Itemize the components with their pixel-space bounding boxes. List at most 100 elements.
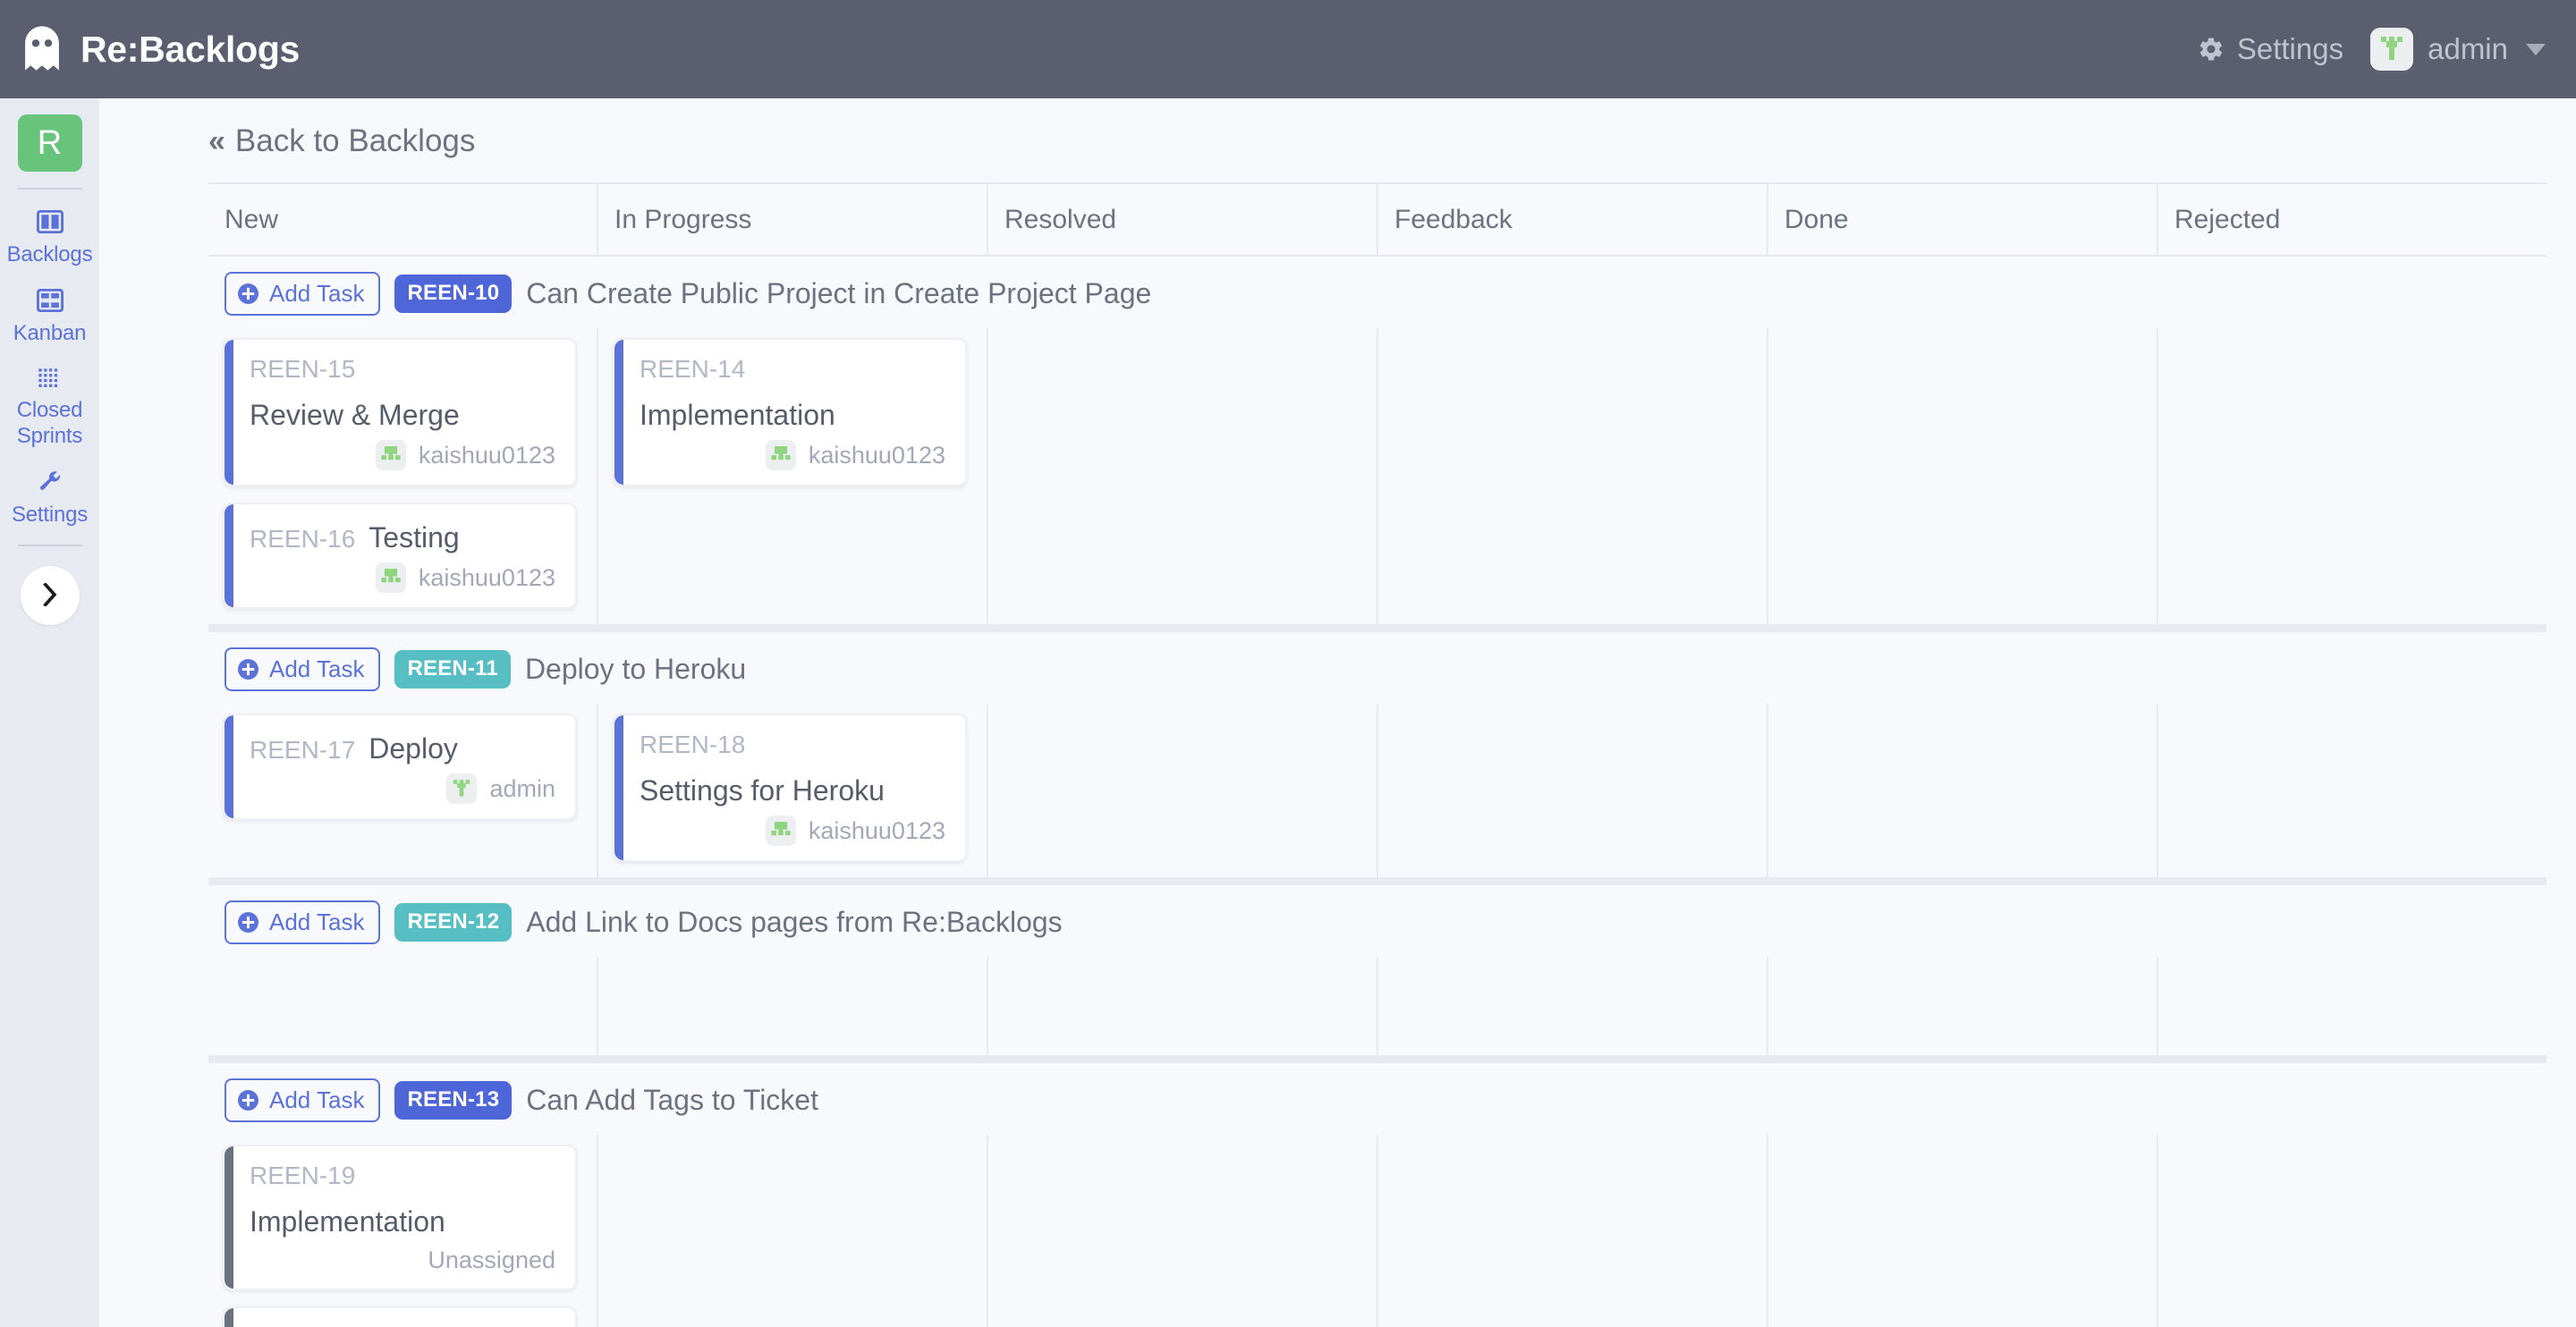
task-key: REEN-18 xyxy=(640,731,745,759)
task-name: Implementation xyxy=(250,1204,445,1239)
board-cell-done[interactable] xyxy=(1767,957,2157,1055)
board-cell-in-progress[interactable] xyxy=(597,957,987,1055)
column-header-in-progress: In Progress xyxy=(597,184,987,255)
brand-logo[interactable]: Re:Backlogs xyxy=(21,25,300,73)
board-cell-resolved[interactable] xyxy=(987,1135,1377,1327)
sidebar-item-kanban[interactable]: Kanban xyxy=(0,277,99,356)
task-card-footer: kaishuu0123 xyxy=(640,440,945,470)
sidebar-item-closed-sprints[interactable]: Closed Sprints xyxy=(0,356,99,459)
assignee-name: kaishuu0123 xyxy=(419,564,555,592)
task-card-footer: kaishuu0123 xyxy=(250,440,555,470)
sidebar-divider-bottom xyxy=(18,545,82,546)
board-cell-rejected[interactable] xyxy=(2157,957,2546,1055)
assignee-name: kaishuu0123 xyxy=(419,442,555,469)
story-key-badge[interactable]: REEN-12 xyxy=(394,903,512,942)
assignee-name: kaishuu0123 xyxy=(809,442,945,469)
add-task-button[interactable]: Add Task xyxy=(225,272,380,316)
sidebar-item-closed-sprints-label-2: Sprints xyxy=(17,423,82,449)
task-key: REEN-19 xyxy=(250,1162,355,1190)
story-row: Add TaskREEN-11Deploy to HerokuREEN-17De… xyxy=(208,632,2546,885)
chevron-down-icon xyxy=(2526,44,2546,55)
column-header-feedback: Feedback xyxy=(1377,184,1767,255)
story-title[interactable]: Can Add Tags to Ticket xyxy=(526,1084,818,1117)
add-task-button[interactable]: Add Task xyxy=(225,900,380,944)
task-name: Review & Merge xyxy=(250,397,460,433)
task-name: Deploy xyxy=(369,731,458,766)
add-task-button[interactable]: Add Task xyxy=(225,647,380,691)
board-cell-feedback[interactable] xyxy=(1377,328,1767,624)
board-cell-feedback[interactable] xyxy=(1377,957,1767,1055)
task-card-head: REEN-20Review xyxy=(250,1323,555,1327)
gear-icon xyxy=(2198,36,2224,63)
task-card[interactable]: REEN-18Settings for Herokukaishuu0123 xyxy=(613,714,967,862)
story-key-badge[interactable]: REEN-11 xyxy=(394,650,510,689)
chevron-right-icon xyxy=(40,583,60,609)
sidebar-item-settings[interactable]: Settings xyxy=(0,459,99,537)
sidebar-expand-button[interactable] xyxy=(21,566,80,625)
story-header: Add Task REEN-13 Can Add Tags to Ticket xyxy=(208,1063,2546,1135)
task-card[interactable]: REEN-17Deployadmin xyxy=(223,714,577,820)
story-row: Add Task REEN-12 Add Link to Docs pages fr… xyxy=(208,885,2546,1063)
board-cell-resolved[interactable] xyxy=(987,704,1377,877)
navbar-settings-link[interactable]: Settings xyxy=(2198,32,2343,66)
board-cell-in-progress[interactable]: REEN-14Implementationkaishuu0123 xyxy=(597,328,987,624)
sidebar-item-backlogs[interactable]: Backlogs xyxy=(0,199,99,277)
board-cell-resolved[interactable] xyxy=(987,957,1377,1055)
story-header: Add Task REEN-10 Can Create Public Project… xyxy=(208,257,2546,328)
add-task-label: Add Task xyxy=(269,655,364,683)
wrench-icon xyxy=(37,470,64,502)
assignee-avatar xyxy=(446,773,477,804)
task-card-footer: Unassigned xyxy=(250,1247,555,1274)
story-title[interactable]: Deploy to Heroku xyxy=(525,653,746,686)
plus-circle-icon xyxy=(237,658,259,680)
column-header-resolved: Resolved xyxy=(987,184,1377,255)
columns-icon xyxy=(37,210,64,241)
task-card-footer: admin xyxy=(250,773,555,804)
kanban-board: NewIn ProgressResolvedFeedbackDoneReject… xyxy=(208,182,2546,1327)
board-cell-in-progress[interactable] xyxy=(597,1135,987,1327)
board-cell-done[interactable] xyxy=(1767,1135,2157,1327)
board-cell-done[interactable] xyxy=(1767,704,2157,877)
story-title[interactable]: Add Link to Docs pages from Re:Backlogs xyxy=(526,906,1062,939)
assignee-avatar xyxy=(376,562,406,593)
board-cell-in-progress[interactable]: REEN-18Settings for Herokukaishuu0123 xyxy=(597,704,987,877)
board-cell-new[interactable]: REEN-19 Implementation Unassigned REEN-20Re… xyxy=(208,1135,597,1327)
brand-title: Re:Backlogs xyxy=(80,29,300,71)
board-cell-rejected[interactable] xyxy=(2157,328,2546,624)
task-card[interactable]: REEN-20Review xyxy=(223,1306,577,1327)
story-key-badge[interactable]: REEN-10 xyxy=(394,275,512,313)
story-header: Add Task REEN-12 Add Link to Docs pages fr… xyxy=(208,885,2546,957)
story-row-columns: REEN-17DeployadminREEN-18Settings for He… xyxy=(208,704,2546,877)
board-cell-rejected[interactable] xyxy=(2157,704,2546,877)
task-card[interactable]: REEN-14Implementationkaishuu0123 xyxy=(613,338,967,486)
task-card[interactable]: REEN-15Review & Mergekaishuu0123 xyxy=(223,338,577,486)
task-card[interactable]: REEN-19 Implementation Unassigned xyxy=(223,1145,577,1290)
task-card-head: REEN-18Settings for Heroku xyxy=(640,731,945,808)
board-cell-feedback[interactable] xyxy=(1377,1135,1767,1327)
double-chevron-left-icon: « xyxy=(208,126,225,156)
board-cell-resolved[interactable] xyxy=(987,328,1377,624)
task-card-head: REEN-19 Implementation xyxy=(250,1162,555,1239)
add-task-label: Add Task xyxy=(269,909,364,936)
board-body: Add Task REEN-10 Can Create Public Project… xyxy=(208,257,2546,1327)
assignee-avatar xyxy=(766,440,796,470)
task-key: REEN-16 xyxy=(250,525,355,554)
board-cell-rejected[interactable] xyxy=(2157,1135,2546,1327)
navbar-right: Settings admin xyxy=(2198,28,2546,71)
task-card[interactable]: REEN-16Testingkaishuu0123 xyxy=(223,503,577,609)
board-cell-new[interactable]: REEN-17Deployadmin xyxy=(208,704,597,877)
board-cell-new[interactable] xyxy=(208,957,597,1055)
board-column-headers: NewIn ProgressResolvedFeedbackDoneReject… xyxy=(208,182,2546,257)
story-title[interactable]: Can Create Public Project in Create Proj… xyxy=(526,277,1151,310)
assignee-avatar xyxy=(376,440,406,470)
story-key-badge[interactable]: REEN-13 xyxy=(394,1081,512,1120)
add-task-button[interactable]: Add Task xyxy=(225,1078,380,1122)
assignee-avatar xyxy=(766,816,796,846)
board-cell-done[interactable] xyxy=(1767,328,2157,624)
board-cell-new[interactable]: REEN-15Review & Mergekaishuu0123REEN-16T… xyxy=(208,328,597,624)
project-avatar[interactable]: R xyxy=(18,114,82,172)
user-menu[interactable]: admin xyxy=(2370,28,2546,71)
board-cell-feedback[interactable] xyxy=(1377,704,1767,877)
back-to-backlogs-link[interactable]: « Back to Backlogs xyxy=(208,123,475,159)
top-navbar: Re:Backlogs Settings xyxy=(0,0,2576,98)
